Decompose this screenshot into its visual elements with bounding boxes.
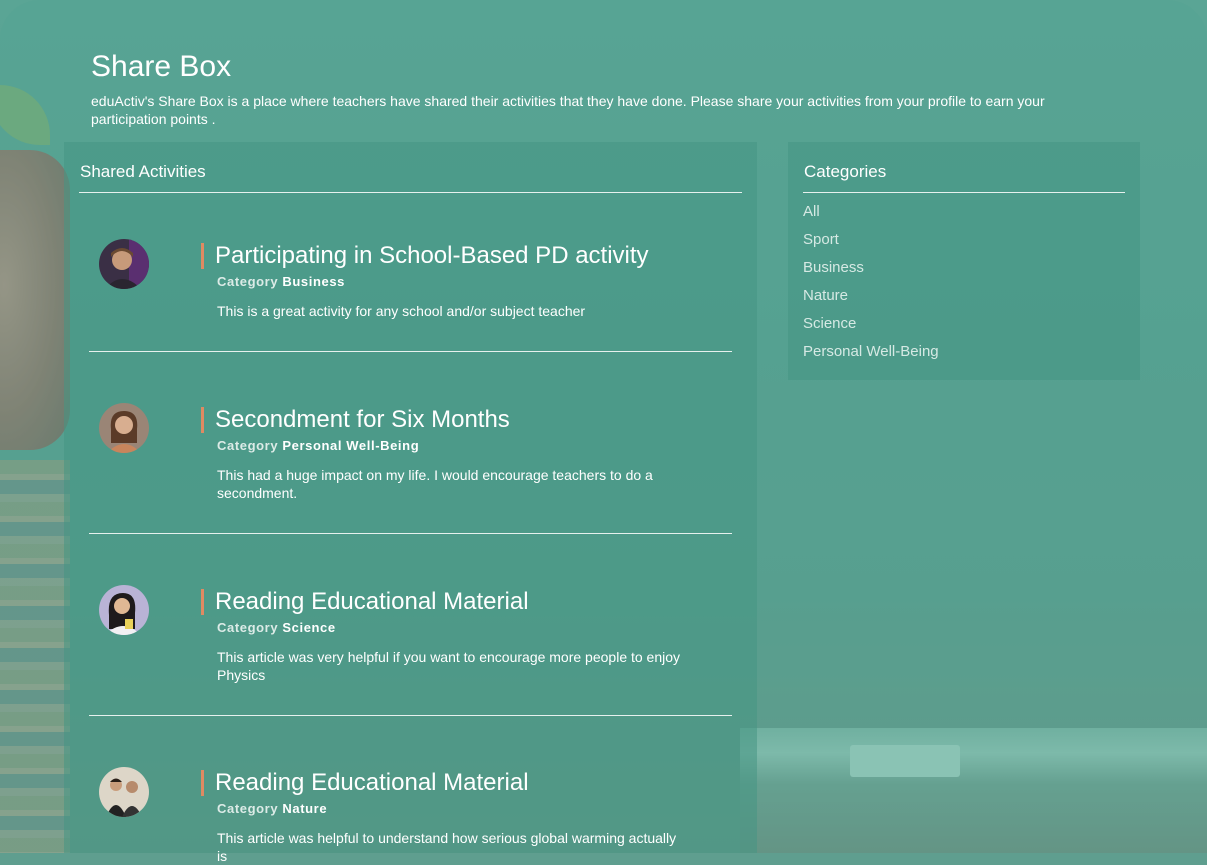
categories-title: Categories [804,162,887,181]
activity-description: This article was helpful to understand h… [217,830,677,864]
activity-category: Category Nature [217,801,327,816]
category-value[interactable]: Personal Well-Being [282,438,419,453]
accent-bar [201,589,204,615]
shared-activities-title: Shared Activities [80,162,206,181]
avatar-group-icon [99,767,149,817]
divider [79,192,742,193]
avatar-man-icon [99,239,149,289]
category-link-personal-well-being[interactable]: Personal Well-Being [803,342,939,370]
category-value[interactable]: Science [282,620,335,635]
avatar-woman-icon [99,585,149,635]
category-link-nature[interactable]: Nature [803,286,939,314]
activity-description: This is a great activity for any school … [217,303,586,319]
category-label: Category [217,620,279,635]
activity-category: Category Science [217,620,336,635]
avatar-woman-icon [99,403,149,453]
page-header: Share Box eduActiv's Share Box is a plac… [91,50,1091,128]
activity-title[interactable]: Reading Educational Material [215,769,529,797]
shared-activities-panel: Shared Activities Participating in Schoo… [64,142,757,864]
divider [89,715,732,716]
accent-bar [201,407,204,433]
category-list: All Sport Business Nature Science Person… [803,202,939,370]
accent-bar [201,243,204,269]
category-value[interactable]: Business [282,274,345,289]
accent-bar [201,770,204,796]
page-title: Share Box [91,50,232,83]
divider [89,533,732,534]
category-link-science[interactable]: Science [803,314,939,342]
category-link-sport[interactable]: Sport [803,230,939,258]
activity-description: This article was very helpful if you wan… [217,649,681,683]
category-link-business[interactable]: Business [803,258,939,286]
category-link-all[interactable]: All [803,202,939,230]
category-label: Category [217,274,279,289]
category-label: Category [217,801,279,816]
activity-title[interactable]: Reading Educational Material [215,588,529,616]
divider [803,192,1125,193]
category-label: Category [217,438,279,453]
activity-category: Category Personal Well-Being [217,438,419,453]
activity-title[interactable]: Participating in School-Based PD activit… [215,242,649,270]
category-value[interactable]: Nature [282,801,327,816]
activity-category: Category Business [217,274,345,289]
divider [89,351,732,352]
page-intro: eduActiv's Share Box is a place where te… [91,93,1045,127]
activity-title[interactable]: Secondment for Six Months [215,406,510,434]
categories-panel: Categories All Sport Business Nature Sci… [788,142,1140,380]
activity-description: This had a huge impact on my life. I wou… [217,467,653,501]
